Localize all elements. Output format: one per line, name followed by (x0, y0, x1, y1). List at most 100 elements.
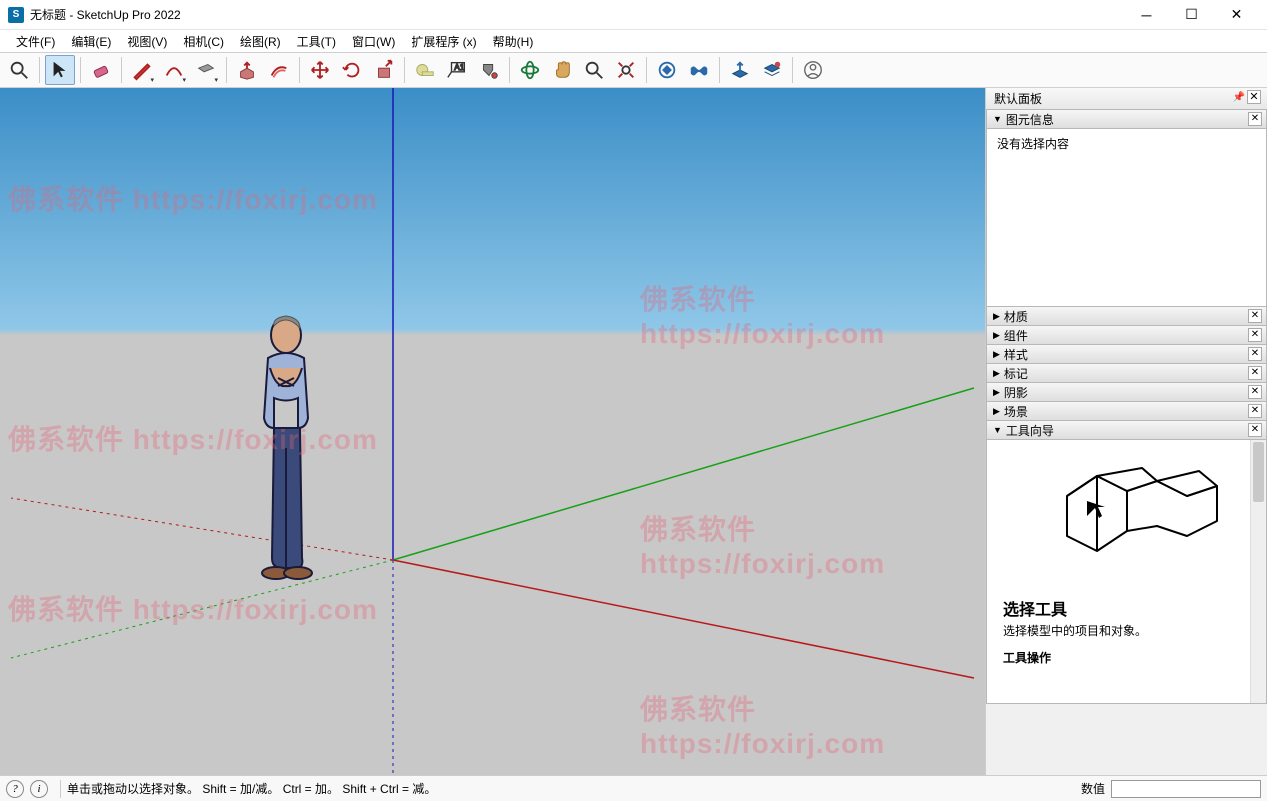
layers-tool[interactable] (757, 55, 787, 85)
tray-close-icon[interactable]: ✕ (1247, 90, 1261, 104)
caret-right-icon: ▶ (993, 349, 1000, 360)
caret-right-icon: ▶ (993, 368, 1000, 379)
minimize-button[interactable]: ─ (1124, 1, 1169, 29)
panel-tags-header[interactable]: ▶标记✕ (986, 363, 1267, 383)
panel-title: 阴影 (1004, 384, 1028, 401)
window-controls: ─ ☐ ✕ (1124, 1, 1259, 29)
separator (646, 57, 647, 83)
panel-close-icon[interactable]: ✕ (1248, 347, 1262, 361)
viewport[interactable]: 佛系软件 https://foxirj.com 佛系软件 https://fox… (0, 88, 985, 775)
rectangle-tool[interactable]: ▾ (191, 55, 221, 85)
panel-close-icon[interactable]: ✕ (1248, 385, 1262, 399)
default-tray: 默认面板 📌 ✕ ▼ 图元信息 ✕ 没有选择内容 ▶材质✕ ▶组件✕ ▶样式✕ … (985, 88, 1267, 775)
help-icon[interactable]: ? (6, 780, 24, 798)
panel-materials-header[interactable]: ▶材质✕ (986, 306, 1267, 326)
instructor-image (1027, 456, 1227, 586)
tray-titlebar[interactable]: 默认面板 📌 ✕ (986, 88, 1267, 110)
menu-edit[interactable]: 编辑(E) (63, 31, 119, 52)
panel-title: 场景 (1004, 403, 1028, 420)
svg-text:A1: A1 (454, 63, 465, 72)
pin-icon[interactable]: 📌 (1233, 92, 1245, 103)
close-button[interactable]: ✕ (1214, 1, 1259, 29)
offset-tool[interactable] (264, 55, 294, 85)
panel-title: 样式 (1004, 346, 1028, 363)
separator (792, 57, 793, 83)
titlebar: S 无标题 - SketchUp Pro 2022 ─ ☐ ✕ (0, 0, 1267, 30)
ext-warehouse-tool[interactable] (684, 55, 714, 85)
menu-draw[interactable]: 绘图(R) (232, 31, 289, 52)
pan-tool[interactable] (547, 55, 577, 85)
menu-file[interactable]: 文件(F) (8, 31, 63, 52)
panel-components-header[interactable]: ▶组件✕ (986, 325, 1267, 345)
scene-canvas (0, 88, 985, 775)
move-tool[interactable] (305, 55, 335, 85)
panel-close-icon[interactable]: ✕ (1248, 328, 1262, 342)
arc-tool[interactable]: ▾ (159, 55, 189, 85)
maximize-button[interactable]: ☐ (1169, 1, 1214, 29)
separator (509, 57, 510, 83)
separator (299, 57, 300, 83)
pencil-tool[interactable]: ▾ (127, 55, 157, 85)
orbit-tool[interactable] (515, 55, 545, 85)
caret-right-icon: ▶ (993, 387, 1000, 398)
pushpull-tool[interactable] (232, 55, 262, 85)
warehouse-tool[interactable] (652, 55, 682, 85)
caret-down-icon: ▼ (993, 425, 1002, 435)
panel-close-icon[interactable]: ✕ (1248, 404, 1262, 418)
tray-title: 默认面板 (994, 90, 1042, 107)
select-tool[interactable] (45, 55, 75, 85)
panel-shadows-header[interactable]: ▶ 阴影 ✕ (986, 382, 1267, 402)
separator (226, 57, 227, 83)
account-tool[interactable] (798, 55, 828, 85)
panel-close-icon[interactable]: ✕ (1248, 309, 1262, 323)
instructor-sub: 工具操作 (997, 641, 1256, 666)
scale-figure (262, 316, 312, 579)
tape-tool[interactable] (410, 55, 440, 85)
window-title: 无标题 - SketchUp Pro 2022 (30, 6, 181, 23)
separator (121, 57, 122, 83)
panel-scenes-header[interactable]: ▶场景✕ (986, 401, 1267, 421)
scrollbar-thumb[interactable] (1253, 442, 1264, 502)
scale-tool[interactable] (369, 55, 399, 85)
vcb-input[interactable] (1111, 780, 1261, 798)
axis-green-neg (11, 560, 393, 658)
paint-tool[interactable] (474, 55, 504, 85)
eraser-tool[interactable] (86, 55, 116, 85)
zoom-extents-tool[interactable] (611, 55, 641, 85)
menu-window[interactable]: 窗口(W) (344, 31, 403, 52)
panel-title: 图元信息 (1006, 111, 1054, 128)
panel-close-icon[interactable]: ✕ (1248, 366, 1262, 380)
search-tool[interactable] (4, 55, 34, 85)
menu-camera[interactable]: 相机(C) (175, 31, 232, 52)
vcb-label: 数值 (1081, 780, 1105, 797)
text-tool[interactable]: A1 (442, 55, 472, 85)
panel-entity-info-header[interactable]: ▼ 图元信息 ✕ (986, 109, 1267, 129)
panel-close-icon[interactable]: ✕ (1248, 423, 1262, 437)
panel-styles-header[interactable]: ▶ 样式 ✕ (986, 344, 1267, 364)
geolocation-tool[interactable] (725, 55, 755, 85)
panel-instructor-body: 选择工具 选择模型中的项目和对象。 工具操作 (986, 440, 1267, 704)
separator (39, 57, 40, 83)
entity-empty-text: 没有选择内容 (997, 137, 1069, 151)
panel-close-icon[interactable]: ✕ (1248, 112, 1262, 126)
menu-help[interactable]: 帮助(H) (485, 31, 542, 52)
menu-tools[interactable]: 工具(T) (289, 31, 344, 52)
caret-right-icon: ▶ (993, 311, 1000, 322)
menu-view[interactable]: 视图(V) (119, 31, 175, 52)
caret-right-icon: ▶ (993, 330, 1000, 341)
instructor-tool-name: 选择工具 (997, 596, 1256, 620)
axis-red (393, 560, 974, 678)
scrollbar[interactable] (1250, 440, 1266, 703)
vcb: 数值 (1081, 780, 1261, 798)
status-hint: 单击或拖动以选择对象。 Shift = 加/减。 Ctrl = 加。 Shift… (67, 780, 436, 797)
instructor-tool-desc: 选择模型中的项目和对象。 (997, 620, 1256, 641)
rotate-tool[interactable] (337, 55, 367, 85)
panel-instructor-header[interactable]: ▼工具向导✕ (986, 420, 1267, 440)
menu-extensions[interactable]: 扩展程序 (x) (403, 31, 484, 52)
zoom-tool[interactable] (579, 55, 609, 85)
panel-entity-info-body: 没有选择内容 (986, 129, 1267, 307)
separator (404, 57, 405, 83)
info-icon[interactable]: i (30, 780, 48, 798)
separator (719, 57, 720, 83)
app-icon: S (8, 7, 24, 23)
